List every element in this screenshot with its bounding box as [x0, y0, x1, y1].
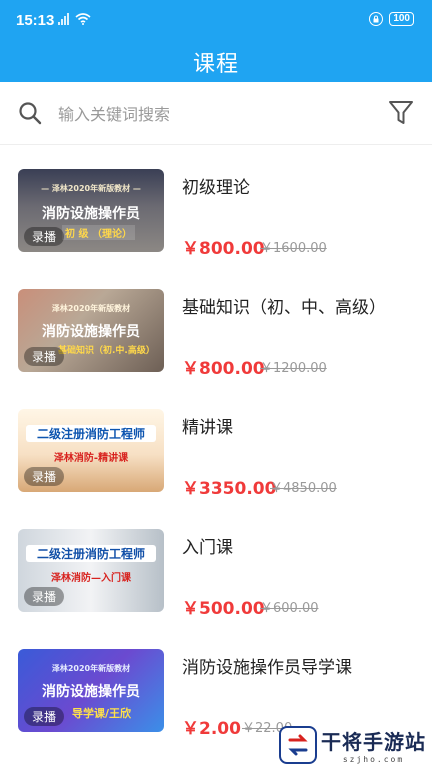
course-name: 基础知识（初、中、高级） — [182, 298, 386, 318]
thumb-main-text: 消防设施操作员 — [42, 206, 140, 222]
rotation-lock-icon — [369, 12, 384, 26]
recorded-tag: 录播 — [24, 467, 65, 486]
thumb-main-text: 二级注册消防工程师 — [26, 545, 156, 562]
watermark-logo-icon — [279, 726, 317, 764]
course-thumbnail: 泽林2020年新版教材 消防设施操作员 基础知识（初.中.高级） 录播 — [18, 289, 164, 372]
course-item[interactable]: 二级注册消防工程师 泽林消防—入门课 录播 入门课 ￥500.00 ￥600.0… — [0, 505, 432, 625]
recorded-tag: 录播 — [24, 347, 65, 366]
recorded-tag: 录播 — [24, 227, 65, 246]
battery-icon: 100 — [389, 12, 414, 26]
course-thumbnail: 二级注册消防工程师 泽林消防—入门课 录播 — [18, 529, 164, 612]
course-price: ￥500.00 — [182, 599, 265, 619]
course-original-price: ￥600.00 — [260, 601, 319, 616]
site-watermark: 干将手游站 szjho.com — [279, 726, 426, 764]
filter-icon[interactable] — [388, 99, 414, 127]
course-list: — 泽林2020年新版教材 — 消防设施操作员 初 级 （理论） 录播 初级理论… — [0, 145, 432, 745]
watermark-domain: szjho.com — [342, 755, 405, 764]
watermark-text: 干将手游站 szjho.com — [321, 726, 426, 764]
status-icons — [58, 13, 91, 25]
cell-signal-icon — [58, 13, 69, 25]
thumb-sub-text: 初 级 （理论） — [62, 225, 135, 240]
course-price: ￥800.00 — [182, 239, 265, 259]
course-original-price: ￥1200.00 — [260, 361, 327, 376]
course-original-price: ￥1600.00 — [260, 241, 327, 256]
thumb-top-text: — 泽林2020年新版教材 — — [41, 184, 141, 193]
search-bar — [0, 82, 432, 145]
recorded-tag: 录播 — [24, 587, 65, 606]
search-icon[interactable] — [18, 101, 42, 125]
course-original-price: ￥4850.00 — [270, 481, 337, 496]
recorded-tag: 录播 — [24, 707, 65, 726]
thumb-top-text: 泽林2020年新版教材 — [51, 664, 131, 673]
watermark-name: 干将手游站 — [321, 730, 426, 754]
status-right: 100 — [369, 12, 414, 26]
thumb-top-text: 泽林2020年新版教材 — [51, 304, 131, 313]
course-price: ￥2.00 — [182, 719, 241, 739]
course-thumbnail: — 泽林2020年新版教材 — 消防设施操作员 初 级 （理论） 录播 — [18, 169, 164, 252]
search-input[interactable] — [56, 100, 360, 128]
thumb-main-text: 消防设施操作员 — [42, 684, 140, 700]
status-bar: 15:13 100 — [0, 0, 432, 42]
course-name: 入门课 — [182, 538, 233, 558]
thumb-sub-text: 泽林消防-精讲课 — [53, 453, 129, 464]
course-thumbnail: 二级注册消防工程师 泽林消防-精讲课 录播 — [18, 409, 164, 492]
status-time: 15:13 — [16, 12, 55, 29]
thumb-main-text: 消防设施操作员 — [42, 324, 140, 340]
course-name: 精讲课 — [182, 418, 233, 438]
course-item[interactable]: 二级注册消防工程师 泽林消防-精讲课 录播 精讲课 ￥3350.00 ￥4850… — [0, 385, 432, 505]
thumb-sub-text: 基础知识（初.中.高级） — [58, 346, 155, 356]
course-price: ￥3350.00 — [182, 479, 277, 499]
page-title: 课程 — [192, 52, 239, 77]
thumb-sub-text: 泽林消防—入门课 — [51, 573, 131, 584]
course-name: 消防设施操作员导学课 — [182, 658, 352, 678]
course-item[interactable]: 泽林2020年新版教材 消防设施操作员 基础知识（初.中.高级） 录播 基础知识… — [0, 265, 432, 385]
course-name: 初级理论 — [182, 178, 250, 198]
app-bar: 15:13 100 课程 — [0, 0, 432, 82]
thumb-sub-text: 导学课/王欣 — [72, 707, 132, 720]
wifi-icon — [75, 13, 91, 25]
thumb-main-text: 二级注册消防工程师 — [26, 425, 156, 442]
course-item[interactable]: — 泽林2020年新版教材 — 消防设施操作员 初 级 （理论） 录播 初级理论… — [0, 145, 432, 265]
course-thumbnail: 泽林2020年新版教材 消防设施操作员 导学课/王欣 录播 — [18, 649, 164, 732]
course-price: ￥800.00 — [182, 359, 265, 379]
